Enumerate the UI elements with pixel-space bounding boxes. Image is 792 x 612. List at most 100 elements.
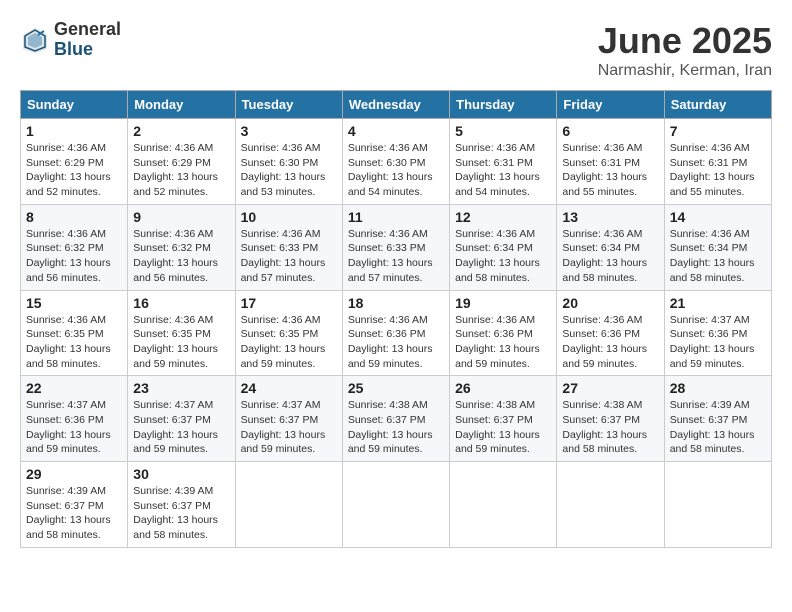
day-cell-12: 12 Sunrise: 4:36 AM Sunset: 6:34 PM Dayli… (450, 204, 557, 290)
day-number-14: 14 (670, 209, 766, 225)
page-header: General Blue June 2025 Narmashir, Kerman… (20, 20, 772, 80)
day-info-12: Sunrise: 4:36 AM Sunset: 6:34 PM Dayligh… (455, 227, 551, 286)
day-cell-21: 21Sunrise: 4:37 AM Sunset: 6:36 PM Dayli… (664, 290, 771, 376)
header-row: SundayMondayTuesdayWednesdayThursdayFrid… (21, 91, 772, 119)
day-info-3: Sunrise: 4:36 AM Sunset: 6:30 PM Dayligh… (241, 141, 337, 200)
day-info-30: Sunrise: 4:39 AM Sunset: 6:37 PM Dayligh… (133, 484, 229, 543)
day-number-26: 26 (455, 380, 551, 396)
day-info-29: Sunrise: 4:39 AM Sunset: 6:37 PM Dayligh… (26, 484, 122, 543)
day-cell-2: 2Sunrise: 4:36 AM Sunset: 6:29 PM Daylig… (128, 119, 235, 205)
header-wednesday: Wednesday (342, 91, 449, 119)
month-title: June 2025 (598, 20, 772, 62)
day-cell-26: 26 Sunrise: 4:38 AM Sunset: 6:37 PM Dayli… (450, 376, 557, 462)
empty-cell (235, 462, 342, 548)
day-info-17: Sunrise: 4:36 AM Sunset: 6:35 PM Dayligh… (241, 313, 337, 372)
header-tuesday: Tuesday (235, 91, 342, 119)
day-number-20: 20 (562, 295, 658, 311)
day-info-14: Sunrise: 4:36 AM Sunset: 6:34 PM Dayligh… (670, 227, 766, 286)
day-info-16: Sunrise: 4:36 AM Sunset: 6:35 PM Dayligh… (133, 313, 229, 372)
day-cell-24: 24Sunrise: 4:37 AM Sunset: 6:37 PM Dayli… (235, 376, 342, 462)
day-info-5: Sunrise: 4:36 AM Sunset: 6:31 PM Dayligh… (455, 141, 551, 200)
day-number-15: 15 (26, 295, 122, 311)
day-number-18: 18 (348, 295, 444, 311)
day-cell-15: 15Sunrise: 4:36 AM Sunset: 6:35 PM Dayli… (21, 290, 128, 376)
week-row-1: 1 Sunrise: 4:36 AM Sunset: 6:29 PM Daylig… (21, 119, 772, 205)
day-number-16: 16 (133, 295, 229, 311)
day-info-13: Sunrise: 4:36 AM Sunset: 6:34 PM Dayligh… (562, 227, 658, 286)
day-cell-17: 17 Sunrise: 4:36 AM Sunset: 6:35 PM Dayli… (235, 290, 342, 376)
day-number-3: 3 (241, 123, 337, 139)
day-number-27: 27 (562, 380, 658, 396)
day-cell-19: 19 Sunrise: 4:36 AM Sunset: 6:36 PM Dayli… (450, 290, 557, 376)
day-number-23: 23 (133, 380, 229, 396)
day-number-9: 9 (133, 209, 229, 225)
day-info-19: Sunrise: 4:36 AM Sunset: 6:36 PM Dayligh… (455, 313, 551, 372)
day-info-27: Sunrise: 4:38 AM Sunset: 6:37 PM Dayligh… (562, 398, 658, 457)
day-info-18: Sunrise: 4:36 AM Sunset: 6:36 PM Dayligh… (348, 313, 444, 372)
calendar-table: SundayMondayTuesdayWednesdayThursdayFrid… (20, 90, 772, 548)
day-number-7: 7 (670, 123, 766, 139)
day-number-11: 11 (348, 209, 444, 225)
day-number-29: 29 (26, 466, 122, 482)
day-number-13: 13 (562, 209, 658, 225)
day-info-28: Sunrise: 4:39 AM Sunset: 6:37 PM Dayligh… (670, 398, 766, 457)
header-saturday: Saturday (664, 91, 771, 119)
day-number-4: 4 (348, 123, 444, 139)
day-number-17: 17 (241, 295, 337, 311)
day-info-20: Sunrise: 4:36 AM Sunset: 6:36 PM Dayligh… (562, 313, 658, 372)
day-info-2: Sunrise: 4:36 AM Sunset: 6:29 PM Dayligh… (133, 141, 229, 200)
header-friday: Friday (557, 91, 664, 119)
day-info-24: Sunrise: 4:37 AM Sunset: 6:37 PM Dayligh… (241, 398, 337, 457)
day-cell-27: 27 Sunrise: 4:38 AM Sunset: 6:37 PM Dayli… (557, 376, 664, 462)
empty-cell (450, 462, 557, 548)
day-info-9: Sunrise: 4:36 AM Sunset: 6:32 PM Dayligh… (133, 227, 229, 286)
day-cell-11: 11 Sunrise: 4:36 AM Sunset: 6:33 PM Dayli… (342, 204, 449, 290)
day-cell-22: 22Sunrise: 4:37 AM Sunset: 6:36 PM Dayli… (21, 376, 128, 462)
day-info-26: Sunrise: 4:38 AM Sunset: 6:37 PM Dayligh… (455, 398, 551, 457)
title-area: June 2025 Narmashir, Kerman, Iran (598, 20, 772, 80)
day-cell-8: 8Sunrise: 4:36 AM Sunset: 6:32 PM Daylig… (21, 204, 128, 290)
logo-icon (20, 25, 50, 55)
day-cell-18: 18 Sunrise: 4:36 AM Sunset: 6:36 PM Dayli… (342, 290, 449, 376)
day-number-12: 12 (455, 209, 551, 225)
day-info-4: Sunrise: 4:36 AM Sunset: 6:30 PM Dayligh… (348, 141, 444, 200)
day-info-6: Sunrise: 4:36 AM Sunset: 6:31 PM Dayligh… (562, 141, 658, 200)
day-number-6: 6 (562, 123, 658, 139)
day-cell-25: 25Sunrise: 4:38 AM Sunset: 6:37 PM Dayli… (342, 376, 449, 462)
week-row-5: 29 Sunrise: 4:39 AM Sunset: 6:37 PM Dayli… (21, 462, 772, 548)
day-cell-9: 9 Sunrise: 4:36 AM Sunset: 6:32 PM Daylig… (128, 204, 235, 290)
empty-cell (342, 462, 449, 548)
empty-cell (557, 462, 664, 548)
day-cell-14: 14 Sunrise: 4:36 AM Sunset: 6:34 PM Dayli… (664, 204, 771, 290)
day-info-7: Sunrise: 4:36 AM Sunset: 6:31 PM Dayligh… (670, 141, 766, 200)
week-row-4: 22Sunrise: 4:37 AM Sunset: 6:36 PM Dayli… (21, 376, 772, 462)
logo-text: General Blue (54, 20, 121, 60)
day-cell-3: 3 Sunrise: 4:36 AM Sunset: 6:30 PM Daylig… (235, 119, 342, 205)
day-number-25: 25 (348, 380, 444, 396)
day-cell-4: 4 Sunrise: 4:36 AM Sunset: 6:30 PM Daylig… (342, 119, 449, 205)
day-cell-6: 6 Sunrise: 4:36 AM Sunset: 6:31 PM Daylig… (557, 119, 664, 205)
day-cell-28: 28 Sunrise: 4:39 AM Sunset: 6:37 PM Dayli… (664, 376, 771, 462)
week-row-2: 8Sunrise: 4:36 AM Sunset: 6:32 PM Daylig… (21, 204, 772, 290)
day-info-8: Sunrise: 4:36 AM Sunset: 6:32 PM Dayligh… (26, 227, 122, 286)
day-cell-20: 20 Sunrise: 4:36 AM Sunset: 6:36 PM Dayli… (557, 290, 664, 376)
day-info-1: Sunrise: 4:36 AM Sunset: 6:29 PM Dayligh… (26, 141, 122, 200)
header-monday: Monday (128, 91, 235, 119)
day-number-21: 21 (670, 295, 766, 311)
day-number-28: 28 (670, 380, 766, 396)
day-number-10: 10 (241, 209, 337, 225)
day-info-11: Sunrise: 4:36 AM Sunset: 6:33 PM Dayligh… (348, 227, 444, 286)
day-cell-23: 23Sunrise: 4:37 AM Sunset: 6:37 PM Dayli… (128, 376, 235, 462)
day-number-22: 22 (26, 380, 122, 396)
location-title: Narmashir, Kerman, Iran (598, 62, 772, 80)
day-number-5: 5 (455, 123, 551, 139)
empty-cell (664, 462, 771, 548)
logo-blue: Blue (54, 40, 121, 60)
day-cell-7: 7 Sunrise: 4:36 AM Sunset: 6:31 PM Daylig… (664, 119, 771, 205)
day-cell-1: 1 Sunrise: 4:36 AM Sunset: 6:29 PM Daylig… (21, 119, 128, 205)
day-number-1: 1 (26, 123, 122, 139)
header-sunday: Sunday (21, 91, 128, 119)
day-number-19: 19 (455, 295, 551, 311)
logo-general: General (54, 20, 121, 40)
day-number-30: 30 (133, 466, 229, 482)
